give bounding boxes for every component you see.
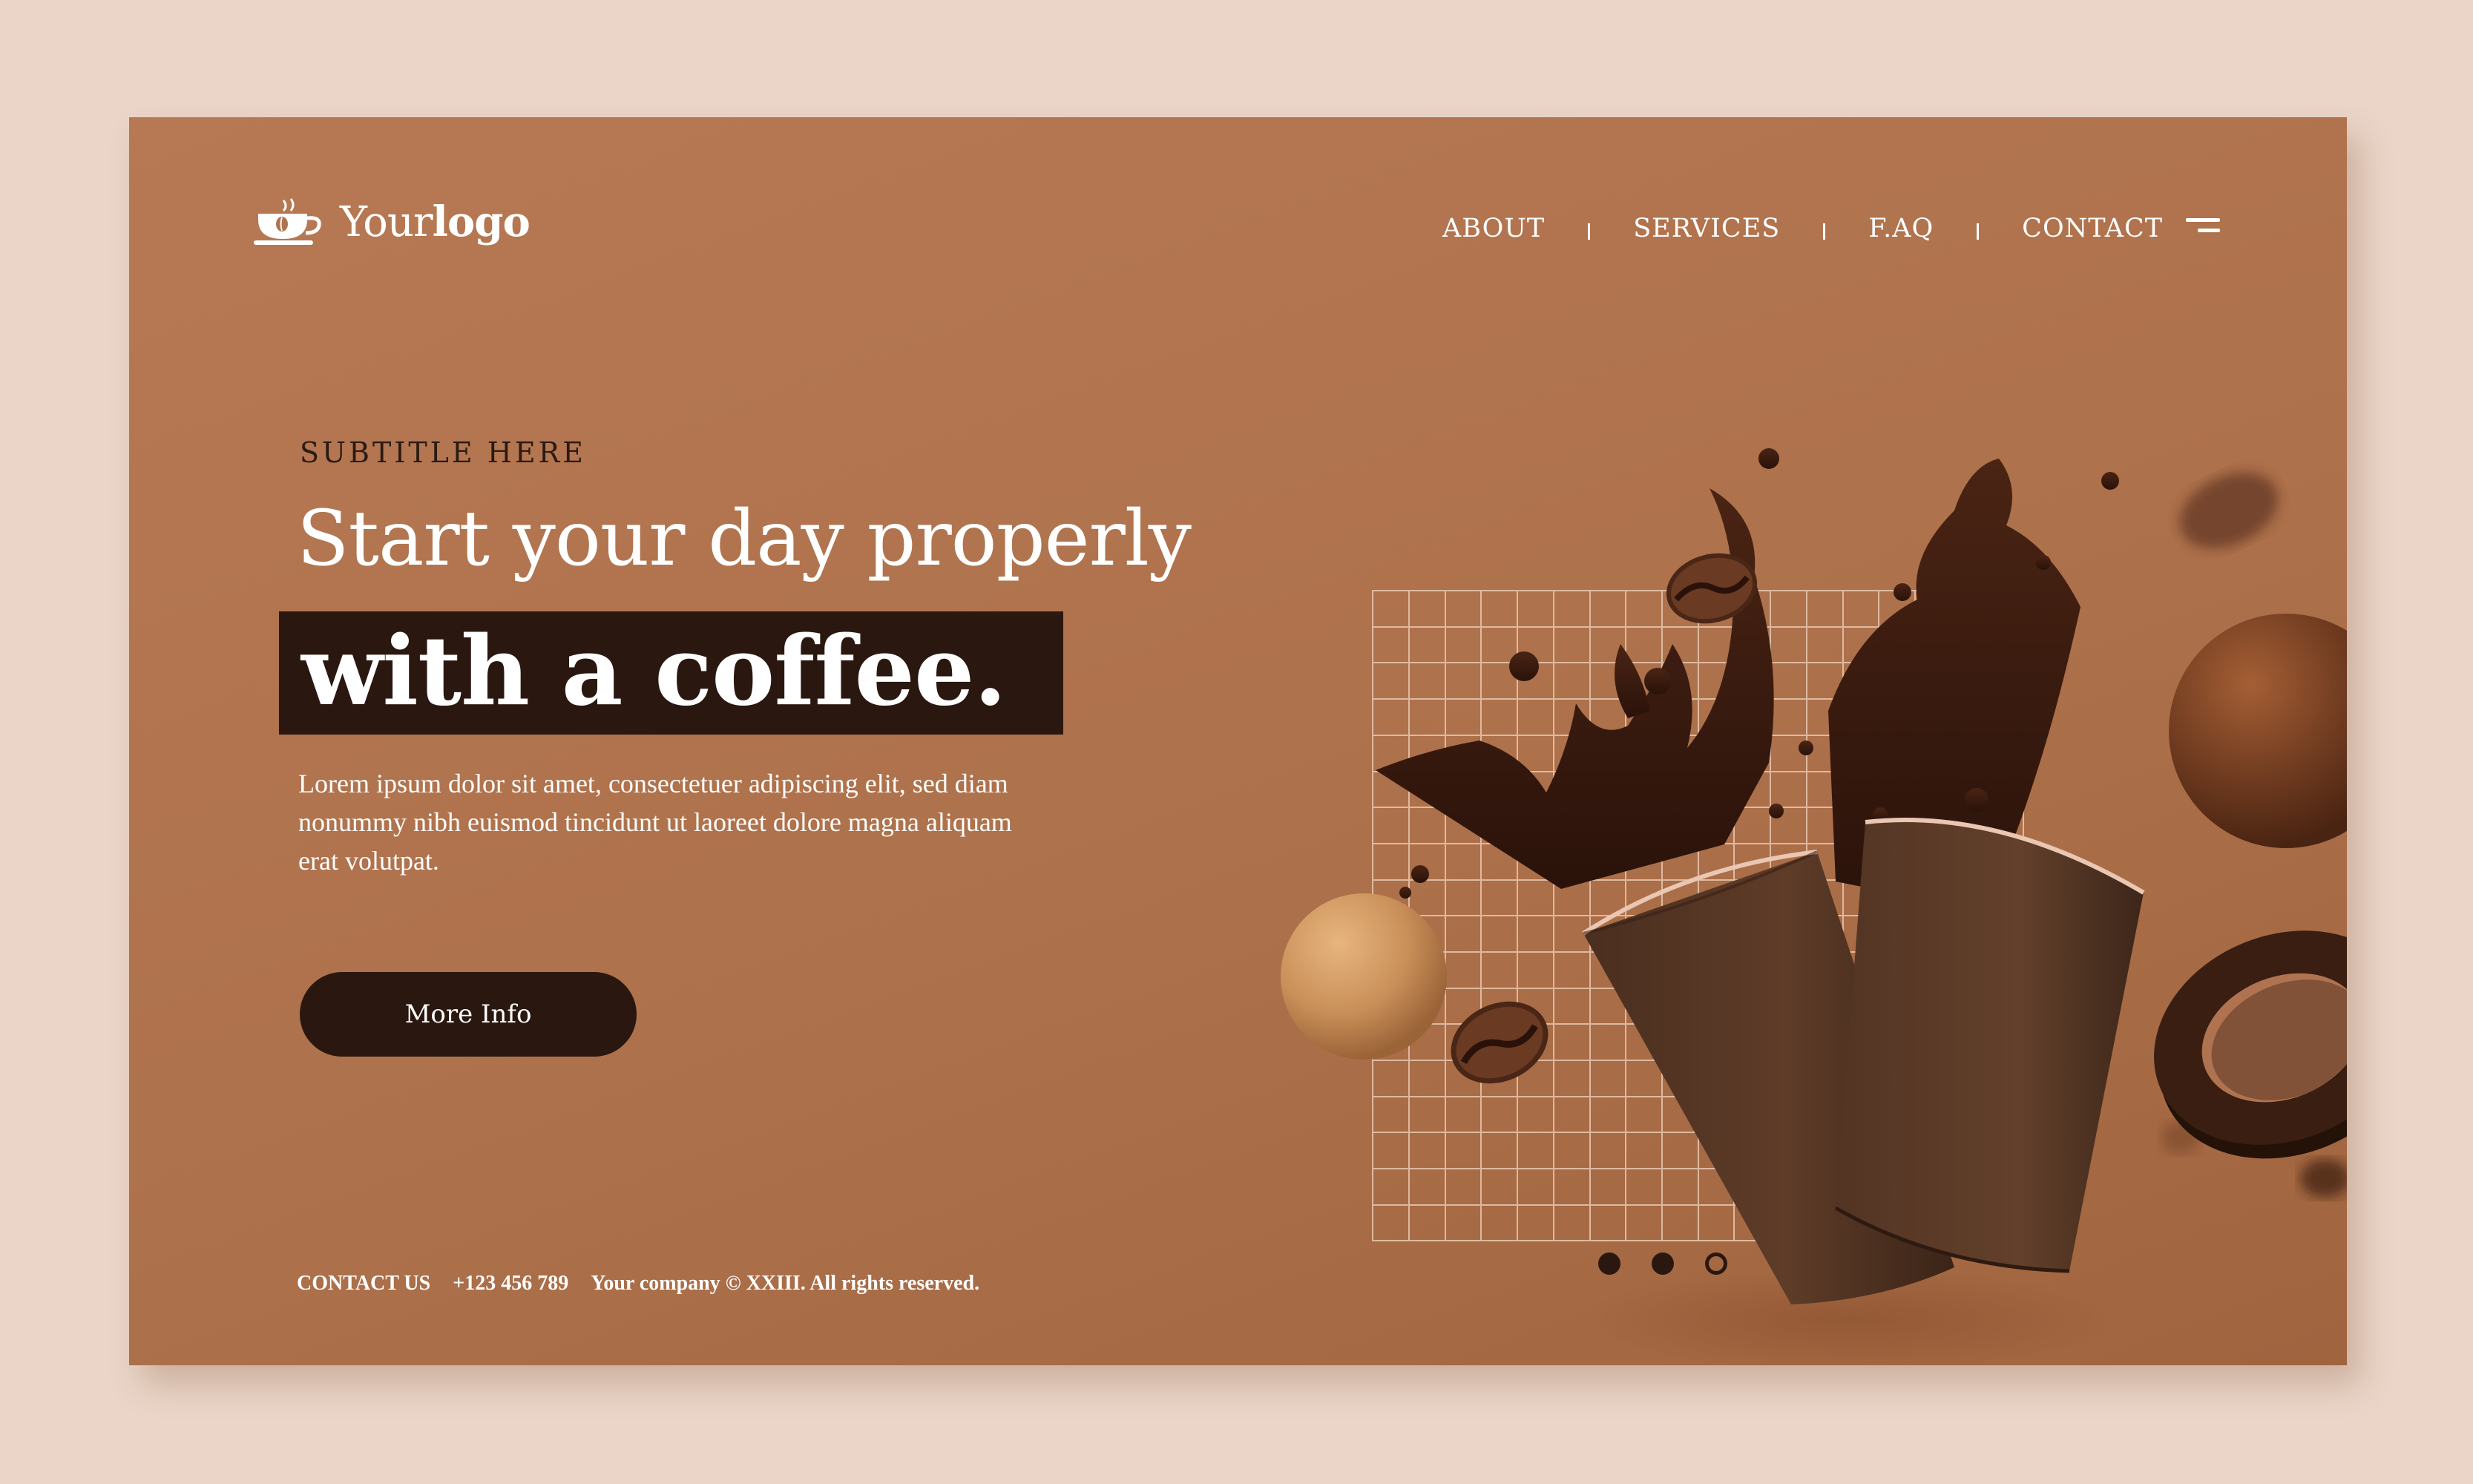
hero-highlight-box: with a coffee. (279, 611, 1063, 735)
nav-divider (1823, 223, 1826, 240)
logo-text-bold: logo (432, 197, 531, 246)
hero-subtitle: SUBTITLE HERE (300, 436, 586, 469)
nav-divider (1977, 223, 1980, 240)
hero-body-text: Lorem ipsum dolor sit amet, consectetuer… (298, 769, 1012, 876)
nav-divider (1588, 223, 1591, 240)
hero-headline: Start your day properly (297, 494, 1192, 583)
paper-cup-right (1834, 818, 2145, 1273)
light-sphere (1281, 893, 1447, 1060)
coffee-illustration (1281, 448, 2347, 1365)
nav-item-about[interactable]: ABOUT (1442, 214, 1545, 243)
footer-phone: +123 456 789 (453, 1272, 569, 1295)
ring-shape (2154, 930, 2347, 1159)
dark-sphere (2169, 614, 2347, 848)
more-info-button[interactable]: More Info (300, 972, 637, 1057)
coffee-cup-icon (254, 198, 321, 245)
footer-copyright: Your company © XXIII. All rights reserve… (591, 1272, 980, 1295)
logo-text: Yourlogo (340, 197, 531, 246)
footer: CONTACT US +123 456 789 Your company © X… (297, 1272, 1002, 1296)
hamburger-menu-icon[interactable] (2186, 218, 2220, 240)
nav-item-contact[interactable]: CONTACT (2022, 214, 2163, 243)
footer-contact-label: CONTACT US (297, 1272, 431, 1295)
nav-item-faq[interactable]: F.AQ (1868, 214, 1934, 243)
nav-item-services[interactable]: SERVICES (1633, 214, 1780, 243)
hero-card: Yourlogo ABOUT SERVICES F.AQ CONTACT SUB… (129, 117, 2347, 1365)
logo-text-regular: Your (340, 198, 433, 246)
hero-highlight-text: with a coffee. (301, 616, 1007, 727)
coffee-bean (1451, 1001, 1549, 1084)
logo[interactable]: Yourlogo (254, 197, 531, 246)
main-nav: ABOUT SERVICES F.AQ CONTACT (1442, 206, 2163, 251)
